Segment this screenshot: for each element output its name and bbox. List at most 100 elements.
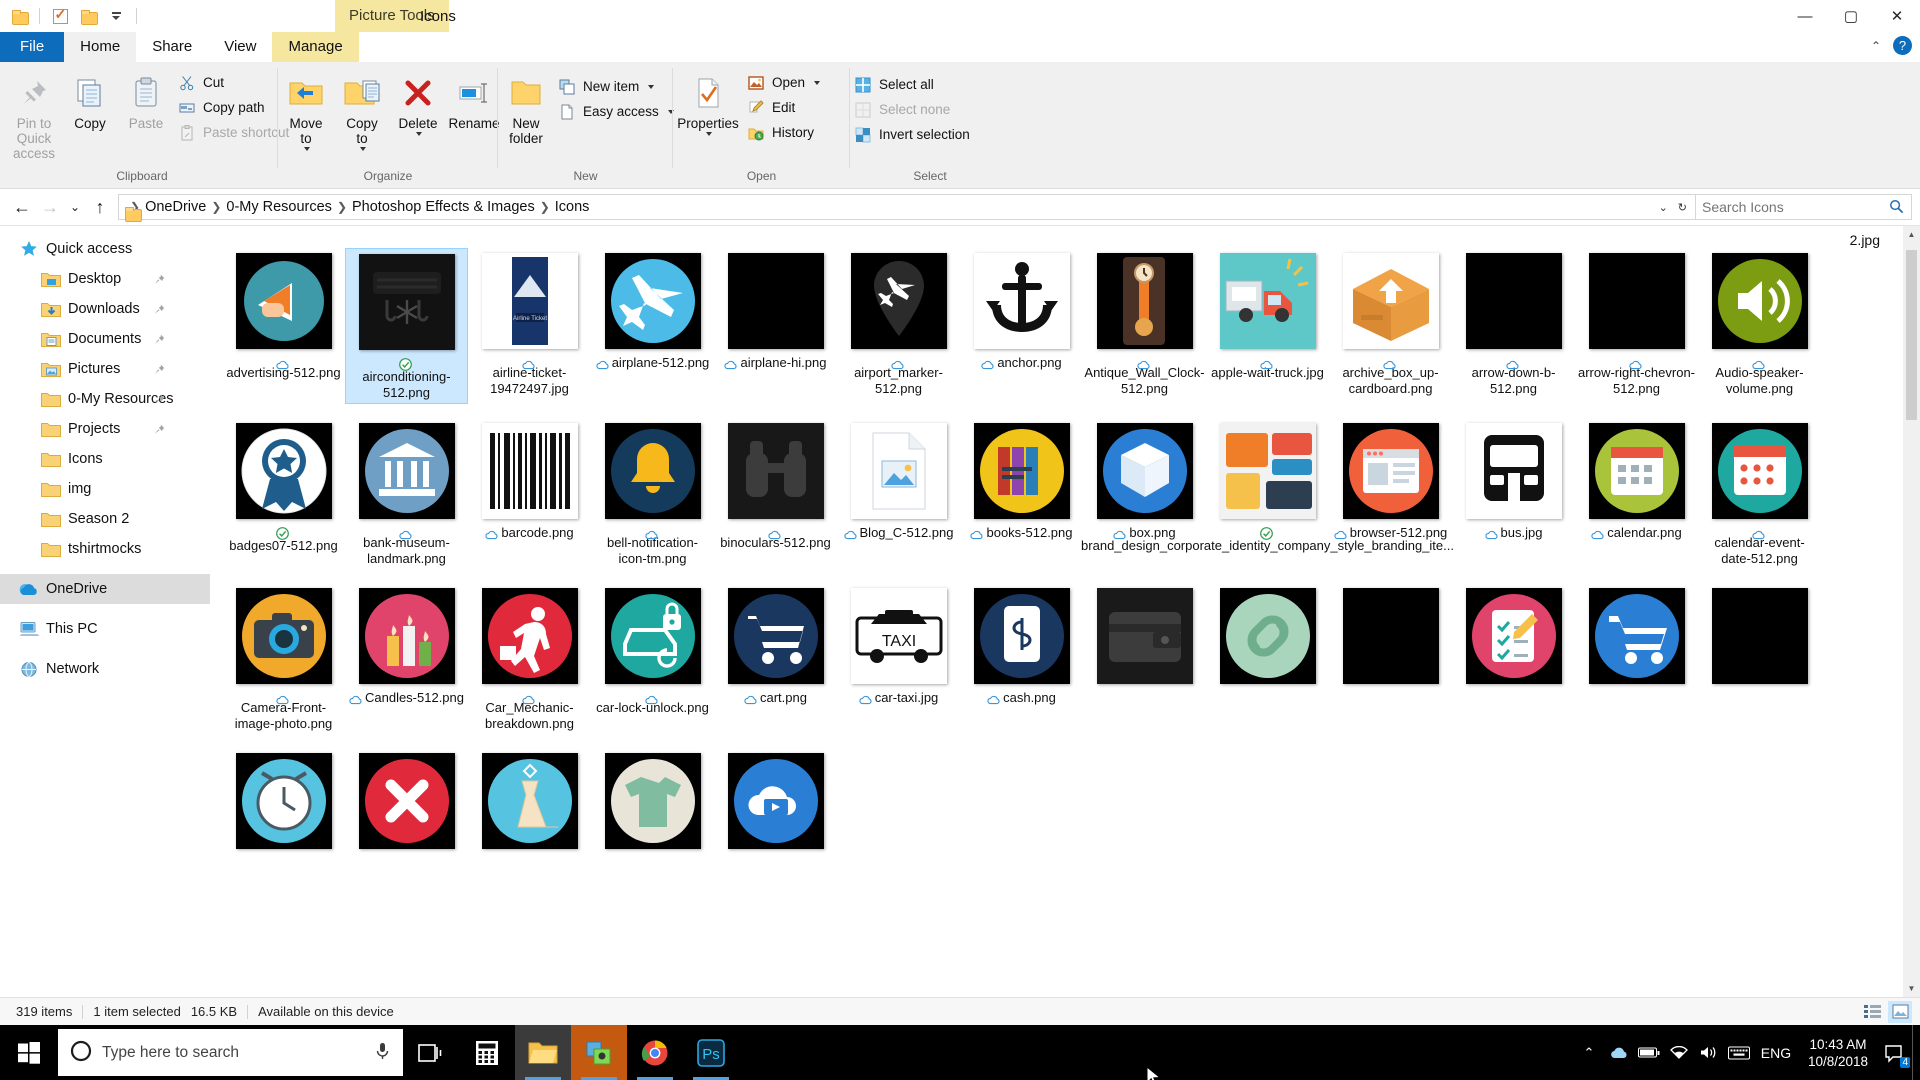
- onedrive-tray-icon[interactable]: [1604, 1025, 1634, 1080]
- start-button[interactable]: [0, 1025, 58, 1080]
- file-item[interactable]: advertising-512.png: [222, 248, 345, 404]
- new-item-button[interactable]: New item: [554, 74, 682, 99]
- microphone-icon[interactable]: [374, 1041, 391, 1065]
- recent-locations-button[interactable]: ⌄: [64, 193, 86, 221]
- sidebar-item-documents[interactable]: Documents: [0, 324, 210, 354]
- collapse-ribbon-icon[interactable]: ⌃: [1871, 39, 1881, 53]
- file-item[interactable]: Antique_Wall_Clock-512.png: [1083, 248, 1206, 404]
- file-item[interactable]: cart.png: [714, 583, 837, 734]
- file-item[interactable]: Candles-512.png: [345, 583, 468, 734]
- new-item-dropdown-icon[interactable]: [648, 84, 655, 89]
- breadcrumb-item-onedrive[interactable]: OneDrive: [141, 199, 210, 215]
- address-dropdown-icon[interactable]: ⌄: [1659, 201, 1668, 214]
- file-item[interactable]: airport_marker-512.png: [837, 248, 960, 404]
- breadcrumb-sep-1[interactable]: ❯: [210, 200, 222, 214]
- properties-button[interactable]: Properties: [673, 68, 743, 138]
- file-item[interactable]: [468, 748, 591, 857]
- properties-dropdown-icon[interactable]: [706, 132, 712, 136]
- copy-button[interactable]: Copy: [62, 68, 118, 133]
- select-all-button[interactable]: Select all: [850, 72, 978, 97]
- breadcrumb-item-icons[interactable]: Icons: [551, 199, 594, 215]
- file-item[interactable]: bank-museum-landmark.png: [345, 418, 468, 569]
- sidebar-item-tshirtmocks[interactable]: tshirtmocks: [0, 534, 210, 564]
- pin-icon[interactable]: [154, 273, 166, 285]
- clock[interactable]: 10:43 AM 10/8/2018: [1798, 1025, 1878, 1080]
- file-item[interactable]: archive_box_up-cardboard.png: [1329, 248, 1452, 404]
- sidebar-item-downloads[interactable]: Downloads: [0, 294, 210, 324]
- easy-access-button[interactable]: Easy access: [554, 99, 682, 124]
- file-item[interactable]: [1083, 583, 1206, 734]
- file-item[interactable]: brand_design_corporate_identity_company_…: [1081, 418, 1454, 569]
- file-item[interactable]: calendar-event-date-512.png: [1698, 418, 1821, 569]
- history-button[interactable]: History: [743, 120, 828, 145]
- file-item[interactable]: [222, 748, 345, 857]
- pin-icon[interactable]: [154, 303, 166, 315]
- scroll-up-button[interactable]: ▲: [1903, 226, 1920, 243]
- tab-view[interactable]: View: [208, 32, 272, 62]
- file-item[interactable]: Camera-Front-image-photo.png: [222, 583, 345, 734]
- file-item[interactable]: [1329, 583, 1452, 734]
- pin-icon[interactable]: [154, 393, 166, 405]
- file-item[interactable]: [1575, 583, 1698, 734]
- notifications-button[interactable]: 4: [1878, 1025, 1912, 1080]
- tab-manage[interactable]: Manage: [272, 32, 359, 62]
- pin-icon[interactable]: [154, 333, 166, 345]
- breadcrumb-item-photoshop-effects-images[interactable]: Photoshop Effects & Images: [348, 199, 539, 215]
- sidebar-item-quick-access[interactable]: Quick access: [0, 234, 210, 264]
- file-item[interactable]: barcode.png: [468, 418, 591, 569]
- file-item[interactable]: [1452, 583, 1575, 734]
- file-list-pane[interactable]: 2.jpg advertising-512.png airconditioning…: [210, 226, 1920, 997]
- file-item[interactable]: browser-512.png: [1329, 418, 1452, 569]
- file-item[interactable]: Audio-speaker-volume.png: [1698, 248, 1821, 404]
- pin-icon[interactable]: [154, 423, 166, 435]
- file-item[interactable]: arrow-down-b-512.png: [1452, 248, 1575, 404]
- move-to-button[interactable]: Move to: [278, 68, 334, 153]
- file-explorer-taskbar-icon[interactable]: [515, 1025, 571, 1080]
- file-item[interactable]: Airline Ticket airline-ticket-19472497.jp…: [468, 248, 591, 404]
- sidebar-item-img[interactable]: img: [0, 474, 210, 504]
- volume-tray-icon[interactable]: [1694, 1025, 1724, 1080]
- breadcrumb[interactable]: ❯ OneDrive ❯ 0-My Resources ❯ Photoshop …: [118, 194, 1696, 220]
- file-item[interactable]: [345, 748, 468, 857]
- file-item[interactable]: [591, 748, 714, 857]
- file-item[interactable]: airconditioning-512.png: [345, 248, 468, 404]
- scrollbar-thumb[interactable]: [1906, 250, 1917, 420]
- file-item[interactable]: Blog_C-512.png: [837, 418, 960, 569]
- refresh-icon[interactable]: ↻: [1678, 201, 1687, 214]
- minimize-button[interactable]: —: [1782, 0, 1828, 32]
- up-button[interactable]: ↑: [86, 193, 114, 221]
- search-icon[interactable]: [1889, 199, 1905, 215]
- sidebar-item-onedrive[interactable]: OneDrive: [0, 574, 210, 604]
- file-item[interactable]: badges07-512.png: [222, 418, 345, 569]
- sidebar-item-projects[interactable]: Projects: [0, 414, 210, 444]
- file-item[interactable]: apple-wait-truck.jpg: [1206, 248, 1329, 404]
- sidebar-item-this-pc[interactable]: This PC: [0, 614, 210, 644]
- vertical-scrollbar[interactable]: ▲ ▼: [1903, 226, 1920, 997]
- move-to-dropdown-icon[interactable]: [304, 147, 310, 151]
- task-view-button[interactable]: [403, 1025, 459, 1080]
- file-item[interactable]: [1206, 583, 1329, 734]
- file-item[interactable]: Car_Mechanic-breakdown.png: [468, 583, 591, 734]
- copy-to-button[interactable]: Copy to: [334, 68, 390, 153]
- calculator-taskbar-icon[interactable]: [459, 1025, 515, 1080]
- qat-checkmark-icon[interactable]: [49, 5, 71, 27]
- chrome-taskbar-icon[interactable]: [627, 1025, 683, 1080]
- show-desktop-button[interactable]: [1912, 1025, 1920, 1080]
- tab-share[interactable]: Share: [136, 32, 208, 62]
- file-item[interactable]: arrow-right-chevron-512.png: [1575, 248, 1698, 404]
- battery-tray-icon[interactable]: [1634, 1025, 1664, 1080]
- breadcrumb-sep-2[interactable]: ❯: [336, 200, 348, 214]
- language-indicator[interactable]: ENG: [1754, 1025, 1798, 1080]
- tab-file[interactable]: File: [0, 32, 65, 62]
- breadcrumb-item-0-my-resources[interactable]: 0-My Resources: [222, 199, 336, 215]
- qat-customize-dropdown-icon[interactable]: [105, 5, 127, 27]
- close-button[interactable]: ✕: [1874, 0, 1920, 32]
- sidebar-item-0-my-resources[interactable]: 0-My Resources: [0, 384, 210, 414]
- maximize-button[interactable]: ▢: [1828, 0, 1874, 32]
- sidebar-item-pictures[interactable]: Pictures: [0, 354, 210, 384]
- sidebar-item-icons[interactable]: Icons: [0, 444, 210, 474]
- breadcrumb-sep-3[interactable]: ❯: [539, 200, 551, 214]
- photoshop-elements-taskbar-icon[interactable]: [571, 1025, 627, 1080]
- taskbar-search[interactable]: Type here to search: [58, 1029, 403, 1076]
- sidebar-item-network[interactable]: Network: [0, 654, 210, 684]
